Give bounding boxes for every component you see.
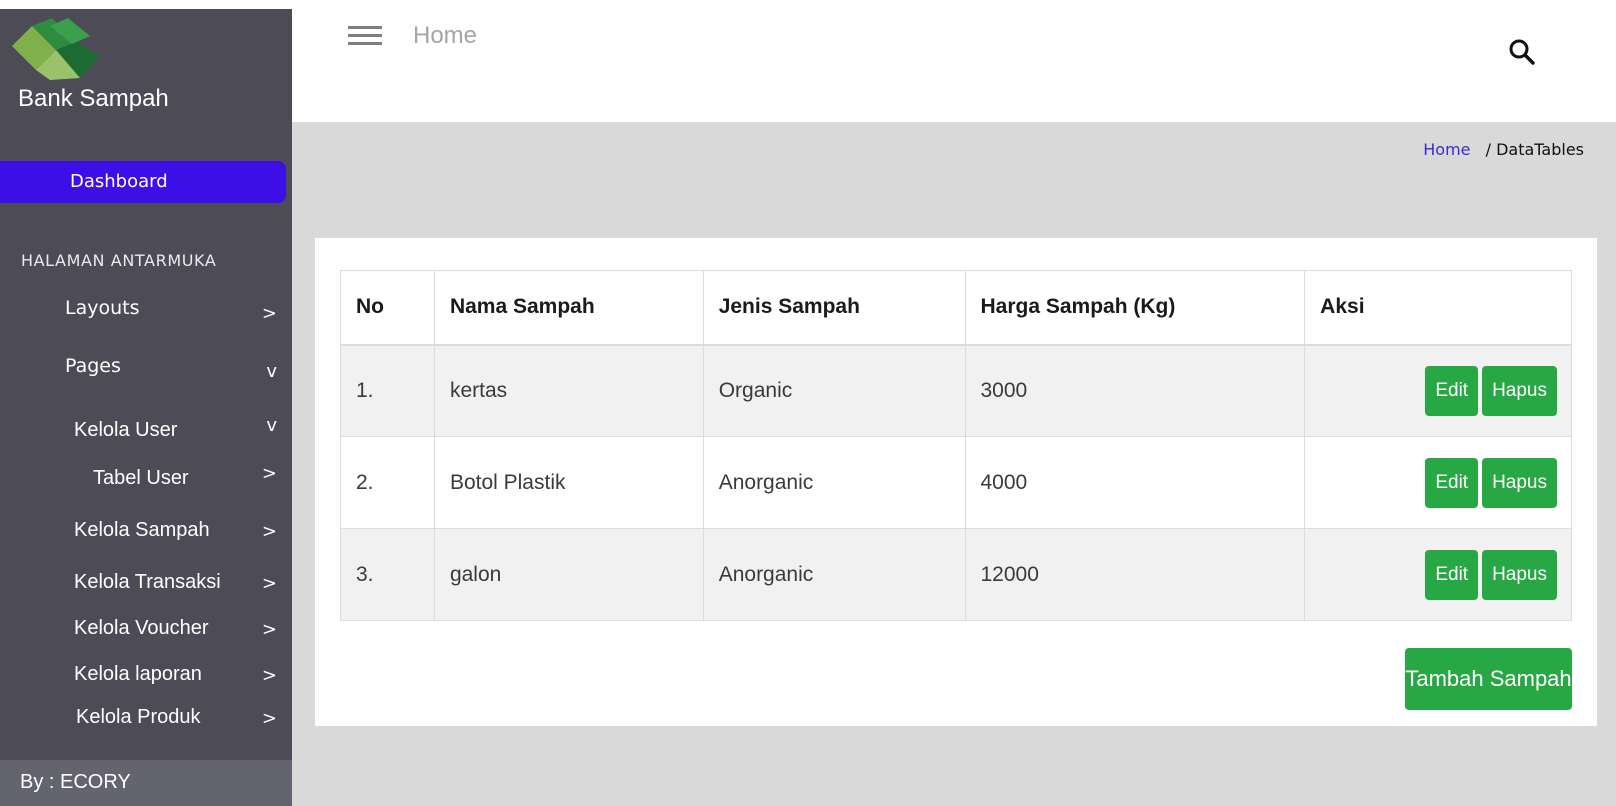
chevron-down-icon: v [266, 361, 277, 382]
chevron-right-icon: > [261, 665, 277, 686]
sidebar-item-label: Kelola User [74, 419, 178, 441]
delete-button[interactable]: Hapus [1482, 365, 1557, 416]
sidebar-footer: By : ECORY [0, 760, 292, 806]
add-sampah-button[interactable]: Tambah Sampah [1405, 648, 1572, 710]
sidebar-item-label: Kelola Produk [76, 706, 201, 728]
table-row: 2. Botol Plastik Anorganic 4000 Edit Hapu… [340, 436, 1572, 529]
cell-jenis: Anorganic [702, 436, 966, 529]
sidebar-item-kelola-sampah[interactable]: Kelola Sampah > [74, 519, 292, 542]
chevron-right-icon: > [261, 573, 277, 594]
cell-no: 2. [340, 436, 435, 529]
cell-aksi: Edit Hapus [1304, 344, 1572, 437]
cell-nama: Botol Plastik [433, 436, 704, 529]
chevron-right-icon: > [261, 708, 277, 729]
column-header: Jenis Sampah [702, 270, 966, 346]
sidebar-item-label: Tabel User [93, 467, 189, 489]
sidebar-item-kelola-produk[interactable]: Kelola Produk > [76, 706, 292, 729]
cell-aksi: Edit Hapus [1304, 528, 1572, 621]
cell-no: 3. [340, 528, 435, 621]
chevron-right-icon: > [261, 619, 277, 640]
delete-button[interactable]: Hapus [1482, 457, 1557, 508]
sampah-table: No Nama Sampah Jenis Sampah Harga Sampah… [340, 270, 1572, 621]
sidebar-item-tabel-user[interactable]: Tabel User > [93, 463, 292, 490]
sidebar-item-label: Kelola laporan [74, 663, 202, 685]
sidebar-item-label: Pages [65, 355, 121, 377]
cell-harga: 3000 [964, 344, 1306, 437]
cell-jenis: Anorganic [702, 528, 966, 621]
chevron-right-icon: > [261, 521, 277, 542]
sidebar-item-pages[interactable]: Pages v [65, 355, 292, 382]
sidebar-item-label: Kelola Sampah [74, 519, 210, 541]
sidebar-item-kelola-voucher[interactable]: Kelola Voucher > [74, 617, 292, 640]
sidebar-item-label: Kelola Transaksi [74, 571, 221, 593]
sidebar-item-dashboard[interactable]: Dashboard [0, 161, 286, 203]
column-header: Aksi [1304, 270, 1572, 346]
cell-harga: 12000 [964, 528, 1306, 621]
sidebar-item-layouts[interactable]: Layouts > [65, 297, 292, 324]
chevron-right-icon: > [261, 303, 277, 324]
bank-sampah-logo [12, 18, 100, 80]
sidebar-item-label: Layouts [65, 297, 140, 319]
table-header-row: No Nama Sampah Jenis Sampah Harga Sampah… [340, 270, 1572, 346]
sidebar-item-kelola-user[interactable]: Kelola User v [74, 415, 292, 442]
sidebar-item-label: Kelola Voucher [74, 617, 209, 639]
delete-button[interactable]: Hapus [1482, 549, 1557, 600]
sidebar-section-label: HALAMAN ANTARMUKA [21, 251, 217, 270]
column-header: No [340, 270, 435, 346]
cell-harga: 4000 [964, 436, 1306, 529]
sidebar-item-kelola-laporan[interactable]: Kelola laporan > [74, 663, 292, 686]
table-row: 1. kertas Organic 3000 Edit Hapus [340, 344, 1572, 437]
column-header: Nama Sampah [433, 270, 704, 346]
edit-button[interactable]: Edit [1425, 549, 1479, 600]
breadcrumb-home-link[interactable]: Home [1423, 140, 1470, 159]
edit-button[interactable]: Edit [1425, 457, 1479, 508]
hamburger-icon[interactable] [348, 26, 382, 45]
edit-button[interactable]: Edit [1425, 365, 1479, 416]
cell-no: 1. [340, 344, 435, 437]
column-header: Harga Sampah (Kg) [964, 270, 1306, 346]
page-title: Home [413, 22, 478, 49]
breadcrumb: Home / DataTables [1423, 140, 1584, 159]
cell-jenis: Organic [702, 344, 966, 437]
breadcrumb-current: / DataTables [1485, 140, 1584, 159]
cell-nama: kertas [433, 344, 704, 437]
brand-name: Bank Sampah [18, 85, 169, 112]
topbar [292, 0, 1616, 122]
sidebar: Bank Sampah Dashboard HALAMAN ANTARMUKA … [0, 9, 292, 806]
chevron-right-icon: > [261, 463, 277, 484]
cell-aksi: Edit Hapus [1304, 436, 1572, 529]
sidebar-item-kelola-transaksi[interactable]: Kelola Transaksi > [74, 571, 292, 594]
cell-nama: galon [433, 528, 704, 621]
search-icon[interactable] [1508, 38, 1536, 66]
table-row: 3. galon Anorganic 12000 Edit Hapus [340, 528, 1572, 621]
chevron-down-icon: v [266, 415, 277, 436]
